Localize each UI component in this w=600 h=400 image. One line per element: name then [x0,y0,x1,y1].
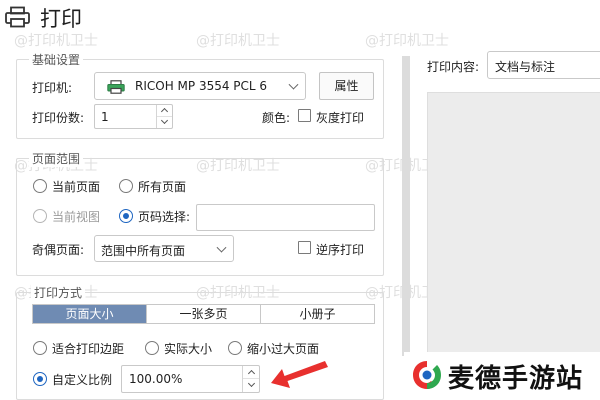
radio-current-page[interactable] [33,179,47,193]
color-label: 颜色: [262,111,291,125]
print-content-select[interactable]: 文档与标注 [487,51,600,79]
grayscale-checkbox[interactable] [298,109,311,122]
custom-scale-spinner [242,366,259,392]
custom-scale-decrement[interactable] [243,379,259,392]
current-view-label: 当前视图 [52,210,101,224]
odd-even-value: 范围中所有页面 [101,244,186,258]
custom-scale-stepper[interactable]: 100.00% [121,365,260,393]
radio-current-view[interactable] [33,209,47,223]
copies-value: 1 [101,110,109,124]
chevron-down-icon [216,242,227,253]
chevron-down-icon [288,79,299,90]
chevron-down-icon [160,116,169,124]
custom-scale-increment[interactable] [243,366,259,379]
basic-settings-legend: 基础设置 [29,51,84,68]
window-title: 打印 [40,7,82,31]
all-pages-label: 所有页面 [138,180,187,194]
watermark: @打印机卫士 [365,33,449,49]
copies-label: 打印份数: [32,111,85,125]
radio-actual-size[interactable] [145,341,159,355]
radio-shrink-large[interactable] [228,341,242,355]
print-method-legend: 打印方式 [31,284,86,301]
printer-label: 打印机: [32,81,73,95]
tab-multiple-pages[interactable]: 一张多页 [147,305,261,323]
printer-select[interactable]: RICOH MP 3554 PCL 6 [94,72,306,100]
fit-margin-label: 适合打印边距 [52,342,125,356]
current-page-label: 当前页面 [52,180,101,194]
watermark: @打印机卫士 [14,33,98,49]
print-content-value: 文档与标注 [495,60,556,74]
printer-icon [5,6,30,28]
custom-scale-value: 100.00% [129,372,183,386]
page-select-input[interactable] [196,204,375,231]
page-range-legend: 页面范围 [29,150,84,167]
copies-increment[interactable] [157,105,172,117]
radio-fit-margin[interactable] [33,341,47,355]
printer-small-icon [107,80,125,94]
properties-button[interactable]: 属性 [319,72,374,100]
arrow-annotation-icon [271,361,328,388]
chevron-up-icon [247,369,255,377]
reverse-print-label: 逆序打印 [316,243,365,257]
watermark: @打印机卫士 [196,33,280,49]
panel-scrollbar[interactable] [402,56,410,356]
print-preview [427,92,600,362]
tab-booklet[interactable]: 小册子 [261,305,374,323]
grayscale-label: 灰度打印 [316,111,365,125]
print-method-tabs: 页面大小 一张多页 小册子 [32,304,375,324]
odd-even-select[interactable]: 范围中所有页面 [94,235,234,262]
tab-page-size[interactable]: 页面大小 [33,305,147,323]
copies-spinner [156,105,172,128]
reverse-print-checkbox[interactable] [298,241,311,254]
page-select-label: 页码选择: [138,210,191,224]
printer-select-value: RICOH MP 3554 PCL 6 [135,79,268,93]
radio-page-select[interactable] [119,209,133,223]
shrink-large-label: 缩小过大页面 [247,342,320,356]
print-content-label: 打印内容: [427,60,480,74]
copies-stepper[interactable]: 1 [94,104,173,129]
title-bar: 打印 [0,0,600,34]
radio-all-pages[interactable] [119,179,133,193]
brand-overlay: 麦德手游站 [404,352,600,400]
actual-size-label: 实际大小 [164,342,213,356]
chevron-up-icon [160,107,169,115]
brand-name: 麦德手游站 [448,364,584,394]
brand-logo-icon [413,361,441,389]
custom-scale-label: 自定义比例 [52,373,113,387]
chevron-down-icon [247,379,255,388]
copies-decrement[interactable] [157,116,172,129]
radio-custom-scale[interactable] [33,372,47,386]
odd-even-label: 奇偶页面: [32,243,85,257]
